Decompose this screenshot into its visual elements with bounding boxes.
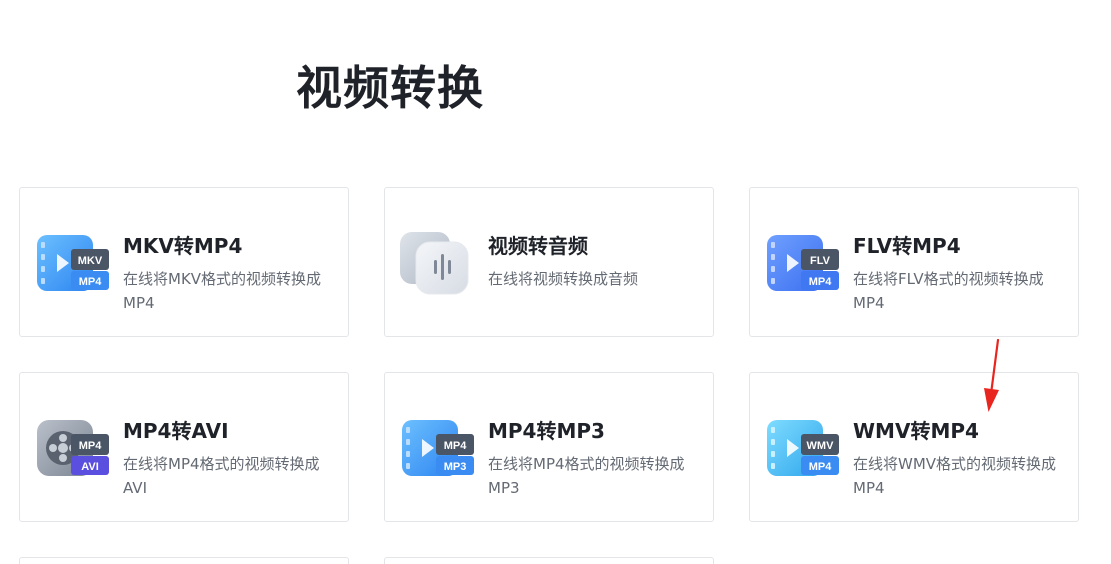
tool-card-mp4-to-mp3[interactable]: MP4 MP3 MP4转MP3 在线将MP4格式的视频转换成MP3 xyxy=(384,372,714,522)
tool-card-description: 在线将视频转换成音频 xyxy=(488,270,639,288)
badge-bottom-text: MP3 xyxy=(444,461,467,473)
tool-card-title: MKV转MP4 xyxy=(123,234,243,258)
tool-card-description: 在线将MP4格式的视频转换成AVI xyxy=(123,455,320,497)
badge-top-text: FLV xyxy=(810,255,831,267)
mkv-to-mp4-icon: MKV MP4 xyxy=(35,232,113,296)
tool-card-description: 在线将MKV格式的视频转换成MP4 xyxy=(123,270,322,312)
tool-card-description: 在线将MP4格式的视频转换成MP3 xyxy=(488,455,685,497)
mp4-to-mp3-icon: MP4 MP3 xyxy=(400,417,478,481)
badge-top-text: WMV xyxy=(807,440,835,452)
tool-card-description: 在线将WMV格式的视频转换成MP4 xyxy=(853,455,1057,497)
tool-card-title: WMV转MP4 xyxy=(853,419,979,443)
tool-card-mkv-to-mp4[interactable]: MKV MP4 MKV转MP4 在线将MKV格式的视频转换成MP4 xyxy=(19,187,349,337)
page: 视频转换 MKV MP4 MKV转MP4 在线将MKV格式的视频转换成MP4 视… xyxy=(0,0,1111,564)
tool-card-title: MP4转AVI xyxy=(123,419,229,443)
badge-top-text: MP4 xyxy=(79,440,103,452)
mp4-to-avi-icon: MP4 AVI xyxy=(35,417,113,481)
badge-bottom-text: MP4 xyxy=(809,276,833,288)
wmv-to-mp4-icon: WMV MP4 xyxy=(765,417,843,481)
tool-card-mp4-to-avi[interactable]: MP4 AVI MP4转AVI 在线将MP4格式的视频转换成AVI xyxy=(19,372,349,522)
tool-card-video-to-audio[interactable]: 视频转音频 在线将视频转换成音频 xyxy=(384,187,714,337)
tool-card-title: FLV转MP4 xyxy=(853,234,961,258)
tool-card-partial[interactable] xyxy=(384,557,714,564)
tool-card-flv-to-mp4[interactable]: FLV MP4 FLV转MP4 在线将FLV格式的视频转换成MP4 xyxy=(749,187,1079,337)
page-title: 视频转换 xyxy=(296,61,484,115)
annotation-arrow-icon xyxy=(984,338,1000,412)
badge-bottom-text: AVI xyxy=(81,461,99,473)
tool-card-title: 视频转音频 xyxy=(488,234,588,258)
tool-card-wmv-to-mp4[interactable]: WMV MP4 WMV转MP4 在线将WMV格式的视频转换成MP4 xyxy=(749,372,1079,522)
badge-top-text: MKV xyxy=(78,255,103,267)
badge-bottom-text: MP4 xyxy=(809,461,833,473)
badge-bottom-text: MP4 xyxy=(79,276,103,288)
tool-card-description: 在线将FLV格式的视频转换成MP4 xyxy=(853,270,1044,312)
audio-wave-icon xyxy=(400,232,478,296)
flv-to-mp4-icon: FLV MP4 xyxy=(765,232,843,296)
badge-top-text: MP4 xyxy=(444,440,468,452)
tool-card-partial[interactable] xyxy=(19,557,349,564)
tool-card-title: MP4转MP3 xyxy=(488,419,605,443)
